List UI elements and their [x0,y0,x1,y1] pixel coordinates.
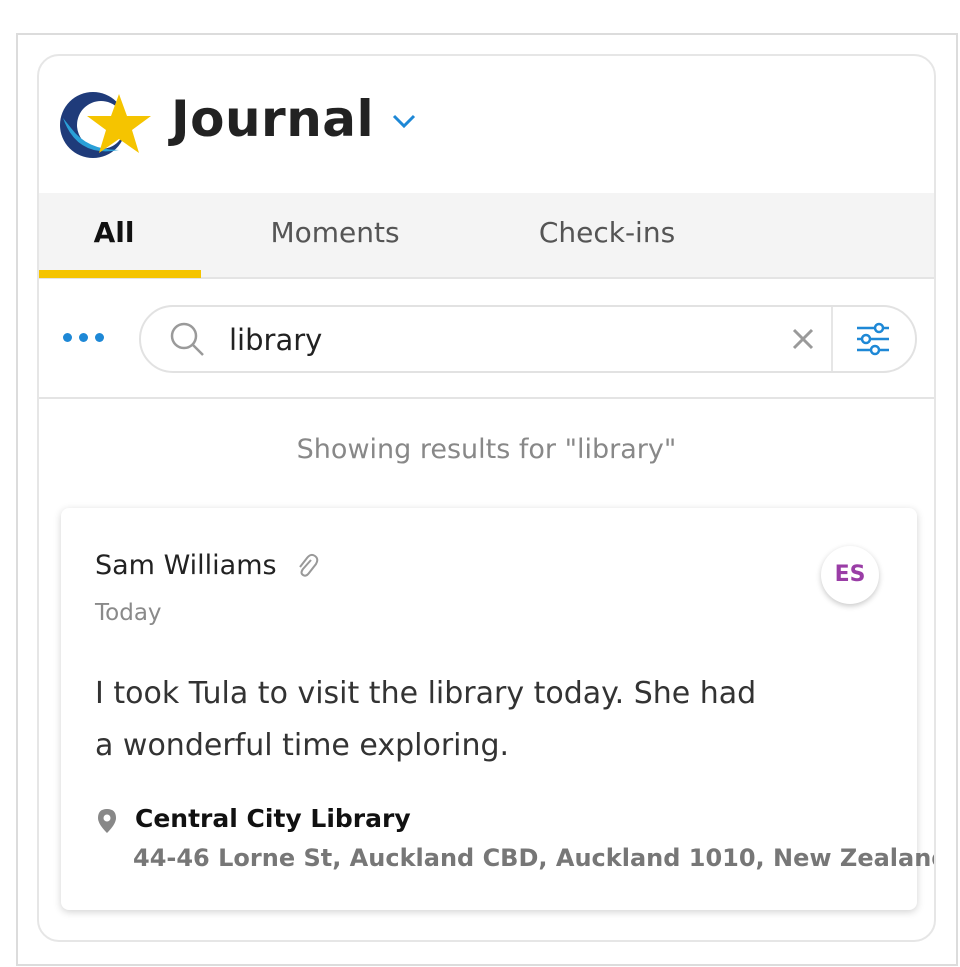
map-pin-icon [98,809,116,833]
entry-author: Sam Williams [95,550,277,581]
journal-tabs: All Moments Check-ins [39,193,934,279]
search-box [139,305,917,373]
results-summary: Showing results for "library" [296,434,677,465]
paperclip-icon [299,553,319,577]
entry-date: Today [95,600,162,626]
location-name: Central City Library [135,804,411,833]
search-row [39,279,934,399]
chevron-down-icon[interactable] [391,112,417,130]
more-options-button[interactable] [63,327,105,349]
tab-all[interactable]: All [39,193,189,277]
location-address: 44-46 Lorne St, Auckland CBD, Auckland 1… [133,844,936,872]
star-swoosh-logo [60,92,151,158]
search-divider [831,307,833,371]
tab-moments[interactable]: Moments [235,193,435,277]
search-input[interactable] [227,319,771,361]
active-tab-indicator [39,270,201,278]
close-icon[interactable] [791,327,815,351]
journal-entry-card[interactable]: Sam Williams Today ES I took Tula to vis… [61,508,934,910]
tab-check-ins[interactable]: Check-ins [507,193,707,277]
avatar[interactable]: ES [821,546,879,604]
page-title: Journal [171,90,375,148]
journal-header: Journal [39,56,934,194]
entry-text: I took Tula to visit the library today. … [95,676,757,763]
search-icon [170,322,204,356]
sliders-icon[interactable] [853,319,893,359]
journal-panel: Journal All Moments Check-ins library Sh… [37,54,936,942]
